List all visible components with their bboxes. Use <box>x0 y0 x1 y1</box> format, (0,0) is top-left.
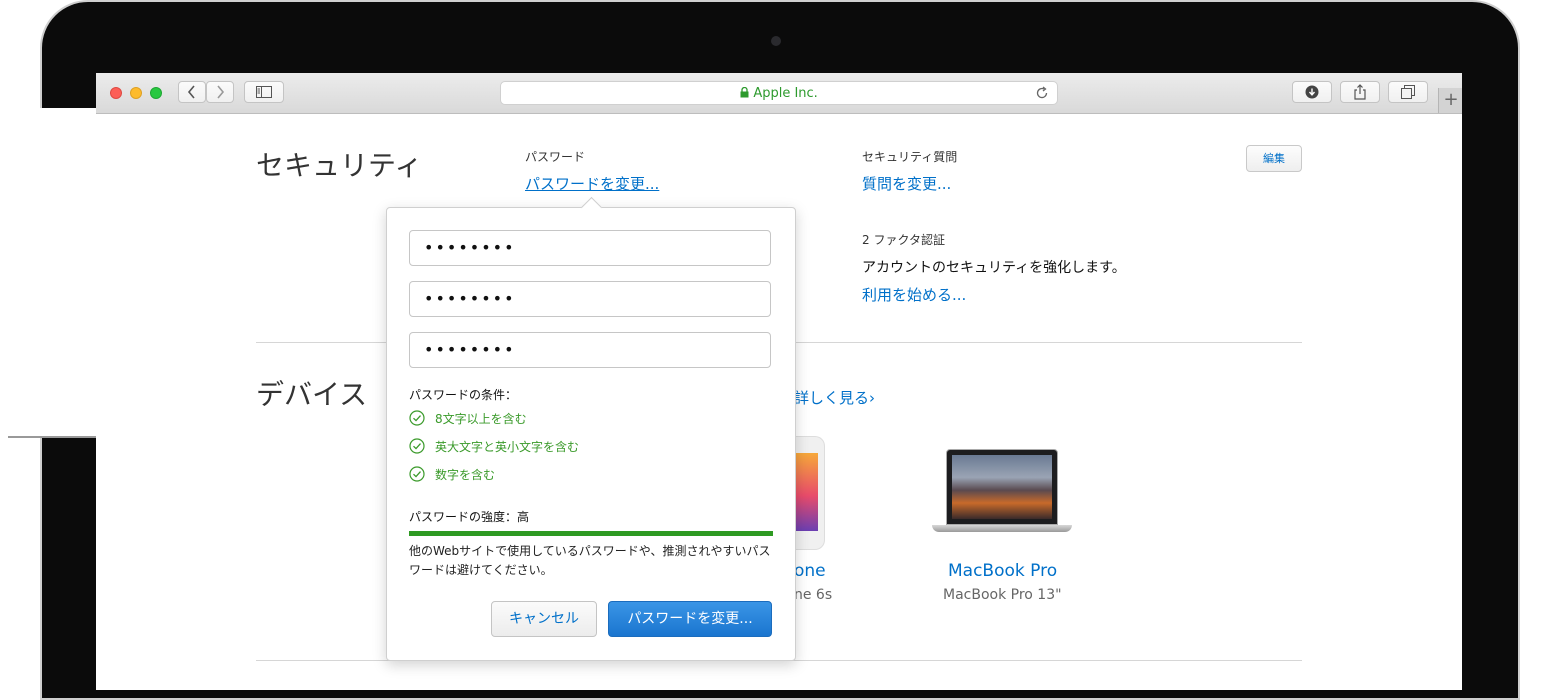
change-password-popover: •••••••• •••••••• •••••••• パスワードの条件： 8文字… <box>386 196 796 661</box>
checkmark-circle-icon <box>409 410 425 426</box>
device-name-macbook[interactable]: MacBook Pro <box>948 561 1057 581</box>
tabs-icon <box>1401 85 1415 99</box>
site-name: Apple Inc. <box>753 86 818 101</box>
iphone-screen <box>794 453 818 531</box>
back-button[interactable] <box>178 81 206 103</box>
checkmark-circle-icon <box>409 466 425 482</box>
devices-more-text: 詳しく見る <box>794 389 870 407</box>
address-bar[interactable]: Apple Inc. <box>500 81 1058 105</box>
sidebar-button[interactable] <box>244 81 284 103</box>
security-title: セキュリティ <box>256 149 423 182</box>
current-password-field[interactable]: •••••••• <box>409 230 771 266</box>
download-icon <box>1305 85 1319 99</box>
requirements-title: パスワードの条件： <box>409 388 518 402</box>
address-text: Apple Inc. <box>501 86 1057 101</box>
browser-toolbar: Apple Inc. + <box>96 73 1462 114</box>
forward-button[interactable] <box>206 81 234 103</box>
macbook-screen <box>952 455 1052 519</box>
minimize-window-button[interactable] <box>130 87 142 99</box>
chevron-right-icon <box>217 85 225 99</box>
checkmark-circle-icon <box>409 438 425 454</box>
requirement-length-text: 8文字以上を含む <box>435 411 527 426</box>
sidebar-icon <box>256 86 272 98</box>
camera <box>771 36 781 46</box>
edit-button[interactable]: 編集 <box>1246 145 1302 172</box>
device-model-iphone: ne 6s <box>794 587 833 603</box>
macbook-image <box>932 449 1072 535</box>
cancel-button[interactable]: キャンセル <box>491 601 597 637</box>
password-strength-label: パスワードの強度：高 <box>409 510 530 524</box>
requirement-case: 英大文字と英小文字を含む <box>409 436 579 456</box>
requirement-digit-text: 数字を含む <box>435 467 496 482</box>
close-window-button[interactable] <box>110 87 122 99</box>
lock-icon <box>740 86 749 98</box>
change-question-link[interactable]: 質問を変更... <box>862 173 951 194</box>
two-factor-start-link[interactable]: 利用を始める... <box>862 284 966 305</box>
password-label: パスワード <box>525 150 586 164</box>
macbook-lid <box>946 449 1058 525</box>
devices-title: デバイス <box>256 378 368 411</box>
zoom-window-button[interactable] <box>150 87 162 99</box>
devices-more-link[interactable]: 詳しく見る› <box>794 387 875 408</box>
password-strength-fill <box>409 531 773 536</box>
device-name-iphone[interactable]: one <box>794 561 826 581</box>
confirm-password-field[interactable]: •••••••• <box>409 332 771 368</box>
new-password-field[interactable]: •••••••• <box>409 281 771 317</box>
iphone-image <box>794 436 825 550</box>
reload-icon[interactable] <box>1035 86 1049 100</box>
password-strength-bar <box>409 531 773 536</box>
change-password-button[interactable]: パスワードを変更... <box>608 601 772 637</box>
device-model-macbook: MacBook Pro 13" <box>943 587 1062 603</box>
downloads-button[interactable] <box>1292 81 1332 103</box>
chevron-right-icon: › <box>869 389 876 407</box>
share-button[interactable] <box>1340 81 1380 103</box>
tabs-button[interactable] <box>1388 81 1428 103</box>
chevron-left-icon <box>187 85 195 99</box>
requirement-digit: 数字を含む <box>409 464 495 484</box>
password-advice: 他のWebサイトで使用しているパスワードや、推測されやすいパスワードは避けてくだ… <box>409 544 771 577</box>
security-question-label: セキュリティ質問 <box>862 150 958 164</box>
macbook-base <box>932 525 1072 532</box>
two-factor-description: アカウントのセキュリティを強化します。 <box>862 260 1126 276</box>
requirement-length: 8文字以上を含む <box>409 408 527 428</box>
share-icon <box>1354 84 1366 100</box>
change-password-link[interactable]: パスワードを変更... <box>525 173 659 194</box>
new-tab-button[interactable]: + <box>1438 88 1462 113</box>
two-factor-label: 2 ファクタ認証 <box>862 233 945 247</box>
requirement-case-text: 英大文字と英小文字を含む <box>435 439 580 454</box>
